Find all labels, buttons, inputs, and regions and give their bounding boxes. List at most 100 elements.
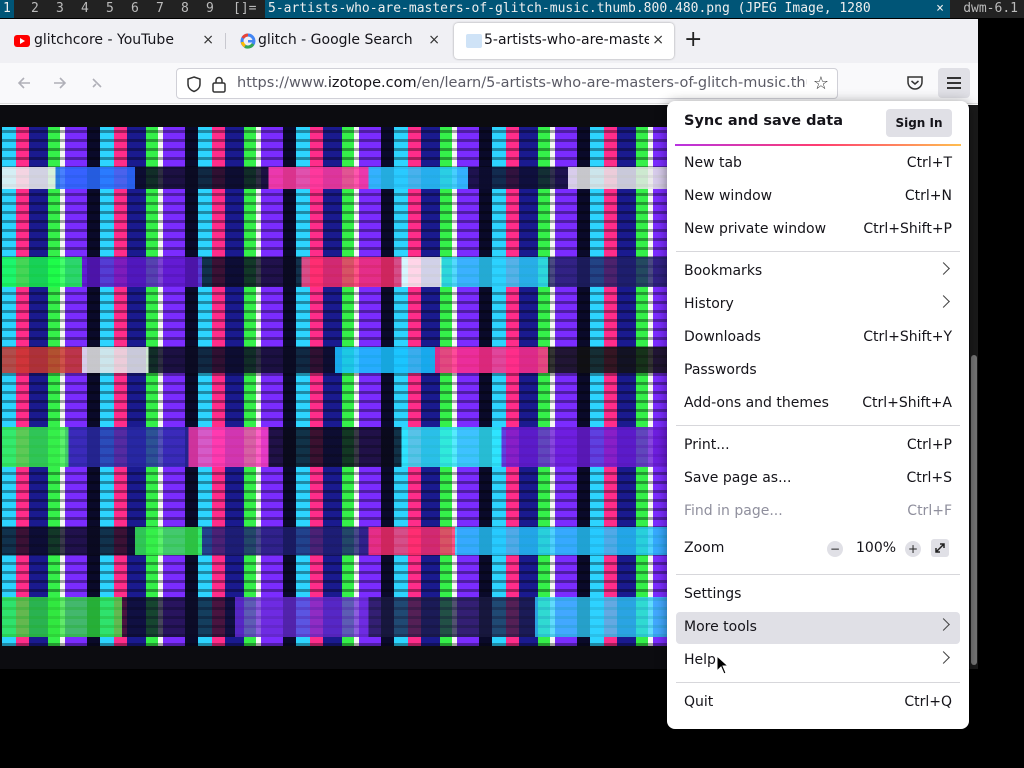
menu-item-shortcut: Ctrl+P (906, 437, 952, 453)
wm-tag-5[interactable]: 5 (103, 0, 117, 18)
tab-youtube[interactable]: glitchcore - YouTube × (2, 23, 224, 59)
menu-item-label: Zoom (684, 540, 725, 556)
lock-icon[interactable] (211, 75, 227, 93)
hamburger-icon (947, 77, 961, 79)
menu-item-history[interactable]: History (676, 289, 960, 321)
page-scrollbar[interactable] (970, 105, 978, 669)
bookmark-star-icon[interactable]: ☆ (813, 73, 829, 94)
url-domain: izotope.com (327, 75, 417, 91)
tab-label: glitch - Google Search (258, 32, 413, 48)
pocket-icon[interactable] (905, 73, 925, 93)
menu-item-label: New private window (684, 221, 827, 237)
menu-item-shortcut: Ctrl+F (907, 503, 952, 519)
chevron-right-icon (937, 262, 950, 275)
wm-tag-6[interactable]: 6 (128, 0, 142, 18)
menu-item-save-page[interactable]: Save page as... Ctrl+S (676, 463, 960, 495)
back-button[interactable] (10, 69, 38, 97)
menu-item-label: Help (684, 652, 716, 668)
menu-item-shortcut: Ctrl+Shift+P (863, 221, 952, 237)
menu-item-passwords[interactable]: Passwords (676, 355, 960, 387)
forward-button[interactable] (46, 69, 74, 97)
wm-window-title: 5-artists-who-are-masters-of-glitch-musi… (265, 0, 950, 18)
glitch-band (2, 347, 668, 373)
menu-item-shortcut: Ctrl+T (906, 155, 952, 171)
tab-close-button[interactable]: × (202, 32, 214, 48)
menu-separator (676, 574, 960, 575)
stop-icon (92, 78, 102, 88)
tab-close-button[interactable]: × (428, 32, 440, 48)
zoom-out-button[interactable]: − (827, 541, 843, 557)
sign-in-button[interactable]: Sign In (886, 109, 952, 137)
tab-bar: glitchcore - YouTube × glitch - Google S… (0, 19, 978, 63)
url-bar[interactable]: https://www.izotope.com/en/learn/5-artis… (176, 68, 838, 99)
wm-layout-indicator[interactable]: []= (233, 0, 256, 18)
menu-item-label: New tab (684, 155, 742, 171)
wm-tag-1[interactable]: 1 (0, 0, 14, 18)
wm-tag-8[interactable]: 8 (178, 0, 192, 18)
chevron-right-icon (937, 651, 950, 664)
wm-tag-2[interactable]: 2 (28, 0, 42, 18)
url-path: /en/learn/5-artists-who-are-masters-of-g… (416, 75, 807, 91)
chevron-right-icon (937, 618, 950, 631)
zoom-level[interactable]: 100% (856, 540, 896, 556)
wm-tag-9[interactable]: 9 (203, 0, 217, 18)
menu-separator (676, 682, 960, 683)
menu-item-addons-themes[interactable]: Add-ons and themes Ctrl+Shift+A (676, 388, 960, 420)
arrow-right-icon (54, 77, 67, 89)
wm-status-text: dwm-6.1 (963, 1, 1018, 16)
hamburger-icon-line (947, 87, 961, 89)
menu-item-print[interactable]: Print... Ctrl+P (676, 430, 960, 462)
stop-loading-button[interactable] (83, 69, 111, 97)
google-icon (240, 33, 256, 49)
navigation-bar: https://www.izotope.com/en/learn/5-artis… (0, 63, 978, 104)
menu-accent-line (675, 144, 961, 146)
glitch-band (2, 167, 668, 189)
menu-item-new-tab[interactable]: New tab Ctrl+T (676, 148, 960, 180)
glitch-band (2, 527, 668, 555)
url-prefix: https://www. (237, 75, 328, 91)
tab-image[interactable]: 5-artists-who-are-master × (454, 23, 674, 59)
shield-icon[interactable] (185, 75, 203, 93)
image-icon (466, 34, 482, 48)
hamburger-icon-line (947, 82, 961, 84)
glitch-band (2, 597, 668, 637)
menu-item-label: Quit (684, 694, 714, 710)
window-manager-bar: 1 2 3 4 5 6 7 8 9 []= 5-artists-who-are-… (0, 0, 1024, 18)
youtube-icon (14, 35, 30, 47)
menu-separator (676, 251, 960, 252)
tab-label: glitchcore - YouTube (34, 32, 174, 48)
menu-item-label: Find in page... (684, 503, 783, 519)
menu-item-label: New window (684, 188, 773, 204)
wm-tag-4[interactable]: 4 (78, 0, 92, 18)
menu-item-more-tools[interactable]: More tools (676, 612, 960, 644)
url-text[interactable]: https://www.izotope.com/en/learn/5-artis… (237, 75, 807, 91)
fullscreen-button[interactable] (931, 539, 949, 557)
glitch-band (2, 427, 668, 467)
expand-icon (935, 543, 945, 553)
menu-item-label: Save page as... (684, 470, 792, 486)
tab-close-button[interactable]: × (652, 32, 664, 48)
new-tab-button[interactable]: + (684, 28, 702, 52)
wm-tag-3[interactable]: 3 (53, 0, 67, 18)
tab-label: 5-artists-who-are-master (484, 32, 649, 48)
menu-item-new-window[interactable]: New window Ctrl+N (676, 181, 960, 213)
wm-tag-7[interactable]: 7 (153, 0, 167, 18)
menu-item-bookmarks[interactable]: Bookmarks (676, 256, 960, 288)
menu-item-zoom: Zoom − 100% + (676, 533, 960, 565)
tab-separator (225, 33, 226, 49)
menu-item-shortcut: Ctrl+Shift+A (862, 395, 952, 411)
sync-header: Sync and save data (684, 113, 844, 129)
menu-item-quit[interactable]: Quit Ctrl+Q (676, 687, 960, 719)
wm-window-title-text: 5-artists-who-are-masters-of-glitch-musi… (268, 1, 871, 16)
chevron-right-icon (937, 295, 950, 308)
tab-google-search[interactable]: glitch - Google Search × (228, 23, 450, 59)
app-menu-button[interactable] (938, 68, 970, 98)
menu-item-new-private-window[interactable]: New private window Ctrl+Shift+P (676, 214, 960, 246)
menu-separator (676, 425, 960, 426)
menu-item-label: Passwords (684, 362, 757, 378)
scrollbar-thumb[interactable] (971, 355, 977, 665)
glitch-image (2, 127, 668, 646)
menu-item-settings[interactable]: Settings (676, 579, 960, 611)
menu-item-downloads[interactable]: Downloads Ctrl+Shift+Y (676, 322, 960, 354)
zoom-in-button[interactable]: + (905, 541, 921, 557)
